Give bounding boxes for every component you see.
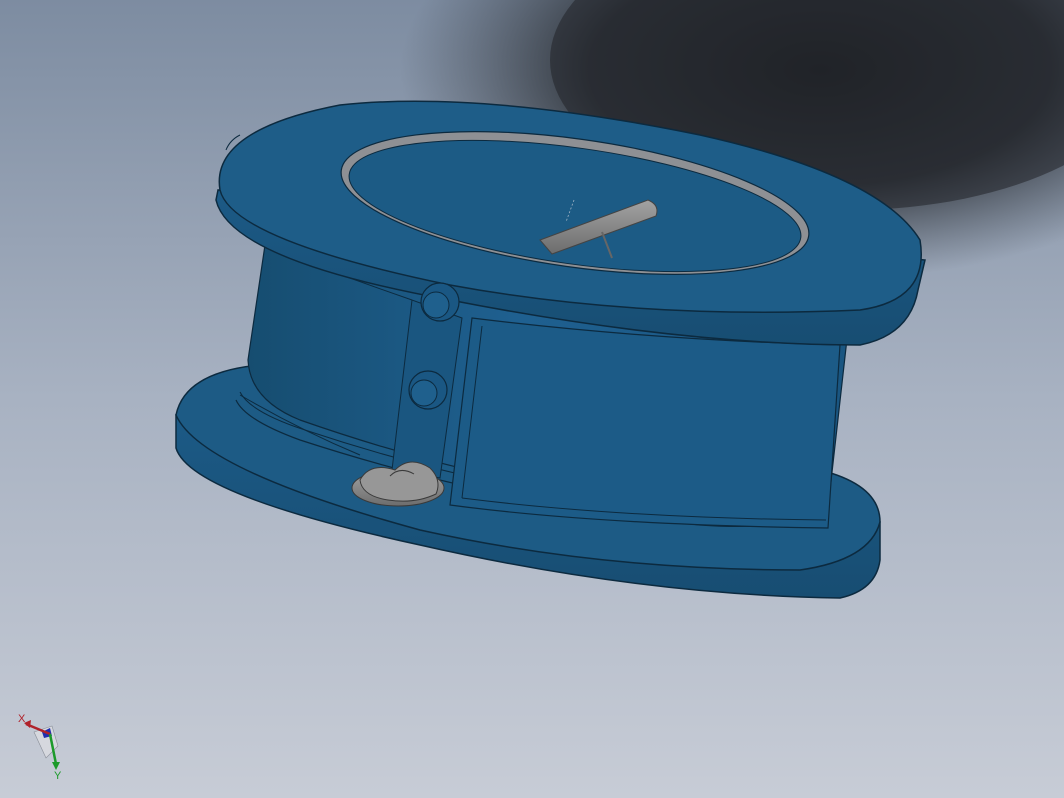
y-axis-arrowhead (52, 762, 60, 770)
model-canvas[interactable] (0, 0, 1064, 798)
orientation-triad[interactable]: X Y (14, 706, 78, 780)
graphics-viewport[interactable]: X Y (0, 0, 1064, 798)
y-axis-label: Y (54, 770, 62, 780)
x-axis-label: X (18, 713, 26, 725)
